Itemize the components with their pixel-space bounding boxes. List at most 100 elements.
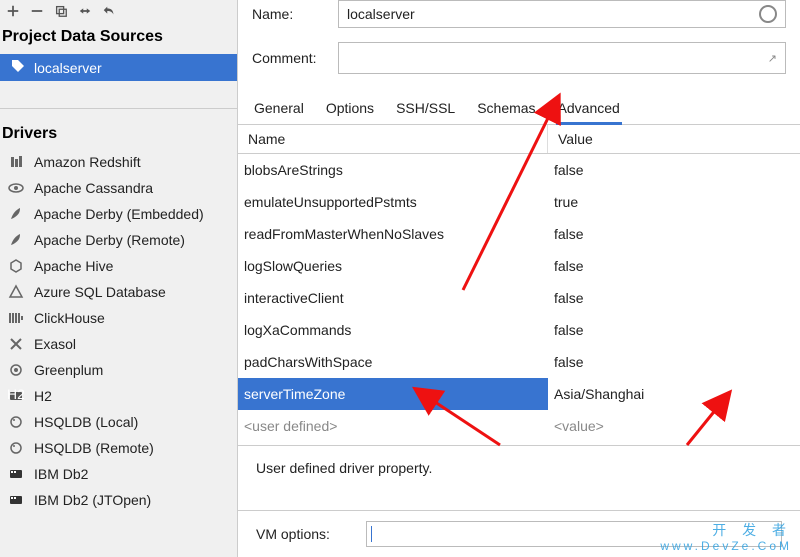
driver-label: HSQLDB (Local)	[34, 414, 138, 430]
property-row[interactable]: serverTimeZoneAsia/Shanghai	[238, 378, 800, 410]
th-value[interactable]: Value	[548, 125, 800, 153]
driver-label: Apache Cassandra	[34, 180, 153, 196]
feather-icon	[8, 232, 24, 248]
driver-item[interactable]: IBM Db2 (JTOpen)	[0, 487, 237, 513]
property-row[interactable]: <user defined><value>	[238, 410, 800, 442]
sidebar: Project Data Sources localserver Drivers…	[0, 0, 238, 557]
th-name[interactable]: Name	[238, 125, 548, 153]
move-icon[interactable]	[78, 4, 92, 18]
property-value[interactable]: false	[548, 154, 800, 186]
property-value[interactable]: false	[548, 250, 800, 282]
property-row[interactable]: blobsAreStringsfalse	[238, 154, 800, 186]
db2-icon	[8, 492, 24, 508]
driver-label: ClickHouse	[34, 310, 105, 326]
property-name: padCharsWithSpace	[238, 346, 548, 378]
tab-schemas[interactable]: Schemas	[475, 94, 537, 124]
driver-item[interactable]: Azure SQL Database	[0, 279, 237, 305]
property-value[interactable]: true	[548, 186, 800, 218]
properties-table: Name Value blobsAreStringsfalseemulateUn…	[238, 125, 800, 445]
drivers-title: Drivers	[0, 119, 237, 149]
name-label: Name:	[252, 6, 338, 22]
tab-ssh-ssl[interactable]: SSH/SSL	[394, 94, 457, 124]
driver-label: Apache Derby (Remote)	[34, 232, 185, 248]
driver-item[interactable]: Amazon Redshift	[0, 149, 237, 175]
driver-item[interactable]: Apache Cassandra	[0, 175, 237, 201]
driver-item[interactable]: Greenplum	[0, 357, 237, 383]
copy-icon[interactable]	[54, 4, 68, 18]
property-row[interactable]: interactiveClientfalse	[238, 282, 800, 314]
driver-label: Apache Hive	[34, 258, 113, 274]
name-input[interactable]: localserver	[338, 0, 786, 28]
driver-item[interactable]: Apache Derby (Remote)	[0, 227, 237, 253]
redshift-icon	[8, 154, 24, 170]
driver-item[interactable]: ClickHouse	[0, 305, 237, 331]
driver-label: Greenplum	[34, 362, 103, 378]
property-name: <user defined>	[238, 410, 548, 442]
eye-icon	[8, 180, 24, 196]
property-value[interactable]: false	[548, 346, 800, 378]
driver-item[interactable]: H2 H2	[0, 383, 237, 409]
hsql-icon	[8, 440, 24, 456]
property-value[interactable]: <value>	[548, 410, 800, 442]
driver-item[interactable]: Apache Derby (Embedded)	[0, 201, 237, 227]
driver-item[interactable]: HSQLDB (Local)	[0, 409, 237, 435]
property-row[interactable]: emulateUnsupportedPstmtstrue	[238, 186, 800, 218]
exasol-icon	[8, 336, 24, 352]
property-name: emulateUnsupportedPstmts	[238, 186, 548, 218]
vm-options-row: VM options:	[238, 510, 800, 557]
tag-icon	[10, 58, 26, 77]
vm-options-input[interactable]	[366, 521, 782, 547]
driver-label: Azure SQL Database	[34, 284, 166, 300]
comment-input[interactable]: ↗	[338, 42, 786, 74]
undo-icon[interactable]	[102, 4, 116, 18]
property-value[interactable]: false	[548, 218, 800, 250]
name-value: localserver	[347, 6, 415, 22]
property-row[interactable]: logXaCommandsfalse	[238, 314, 800, 346]
property-name: blobsAreStrings	[238, 154, 548, 186]
driver-label: Exasol	[34, 336, 76, 352]
vm-options-label: VM options:	[256, 526, 366, 542]
driver-label: Apache Derby (Embedded)	[34, 206, 204, 222]
tab-options[interactable]: Options	[324, 94, 376, 124]
driver-item[interactable]: IBM Db2	[0, 461, 237, 487]
property-value[interactable]: Asia/Shanghai	[548, 378, 800, 410]
property-value[interactable]: false	[548, 314, 800, 346]
comment-label: Comment:	[252, 50, 338, 66]
db2-icon	[8, 466, 24, 482]
main-panel: Name: localserver Comment: ↗ General Opti…	[238, 0, 800, 557]
minus-icon[interactable]	[30, 4, 44, 18]
greenplum-icon	[8, 362, 24, 378]
property-name: readFromMasterWhenNoSlaves	[238, 218, 548, 250]
property-row[interactable]: logSlowQueriesfalse	[238, 250, 800, 282]
tab-general[interactable]: General	[252, 94, 306, 124]
expand-icon[interactable]: ↗	[768, 52, 777, 65]
driver-list: Amazon Redshift Apache Cassandra Apache De…	[0, 149, 237, 557]
driver-item[interactable]: HSQLDB (Remote)	[0, 435, 237, 461]
feather-icon	[8, 206, 24, 222]
color-circle-icon[interactable]	[759, 5, 777, 23]
plus-icon[interactable]	[6, 4, 20, 18]
hive-icon	[8, 258, 24, 274]
azure-icon	[8, 284, 24, 300]
driver-item[interactable]: Exasol	[0, 331, 237, 357]
property-value[interactable]: false	[548, 282, 800, 314]
sidebar-toolbar	[0, 0, 237, 22]
svg-text:H2: H2	[8, 388, 24, 402]
driver-label: IBM Db2 (JTOpen)	[34, 492, 151, 508]
driver-label: IBM Db2	[34, 466, 88, 482]
driver-label: H2	[34, 388, 52, 404]
driver-label: HSQLDB (Remote)	[34, 440, 154, 456]
hsql-icon	[8, 414, 24, 430]
datasource-item-localserver[interactable]: localserver	[0, 54, 237, 81]
tabs: General Options SSH/SSL Schemas Advanced	[238, 94, 800, 125]
table-header: Name Value	[238, 125, 800, 154]
tab-advanced[interactable]: Advanced	[556, 94, 622, 124]
clickhouse-icon	[8, 310, 24, 326]
property-name: interactiveClient	[238, 282, 548, 314]
property-row[interactable]: padCharsWithSpacefalse	[238, 346, 800, 378]
property-row[interactable]: readFromMasterWhenNoSlavesfalse	[238, 218, 800, 250]
driver-item[interactable]: Apache Hive	[0, 253, 237, 279]
datasource-label: localserver	[34, 60, 102, 76]
project-data-sources-title: Project Data Sources	[0, 22, 237, 52]
h2-icon: H2	[8, 388, 24, 404]
